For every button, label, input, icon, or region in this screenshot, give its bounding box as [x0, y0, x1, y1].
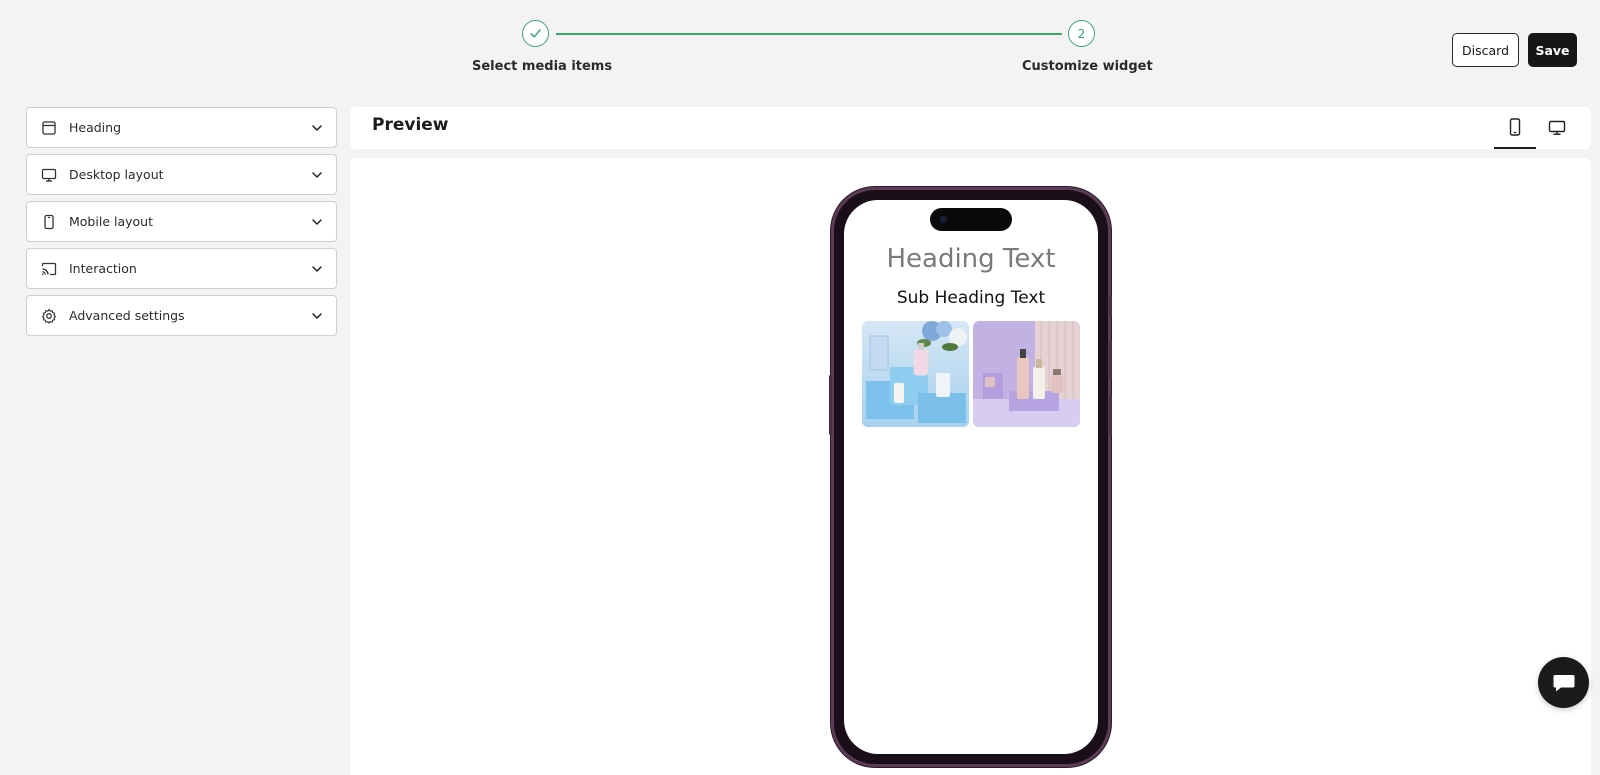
mobile-icon	[1509, 118, 1521, 136]
accordion-interaction[interactable]: Interaction	[26, 248, 337, 289]
heading-icon	[40, 119, 58, 137]
media-item[interactable]	[862, 321, 969, 427]
mobile-view-tab[interactable]	[1494, 107, 1536, 149]
stepper: 2 Select media items Customize widget	[0, 0, 1600, 90]
phone-screen: Heading Text Sub Heading Text	[844, 200, 1098, 754]
check-icon	[530, 29, 541, 38]
desktop-icon	[40, 166, 58, 184]
camera-icon	[940, 216, 947, 223]
gear-icon	[40, 307, 58, 325]
settings-sidebar: Heading Desktop layout Mobile layout Int…	[26, 107, 337, 342]
phone-side-button	[1109, 340, 1112, 380]
accordion-label: Interaction	[69, 261, 137, 276]
phone-side-button	[1109, 395, 1112, 435]
chevron-down-icon	[310, 309, 324, 323]
accordion-mobile-layout[interactable]: Mobile layout	[26, 201, 337, 242]
phone-side-button	[829, 375, 832, 435]
accordion-label: Mobile layout	[69, 214, 153, 229]
phone-side-button	[1109, 295, 1112, 317]
dynamic-island	[930, 208, 1012, 231]
step-2-indicator: 2	[1068, 20, 1095, 47]
desktop-icon	[1548, 120, 1566, 136]
accordion-desktop-layout[interactable]: Desktop layout	[26, 154, 337, 195]
widget-heading: Heading Text	[886, 244, 1056, 274]
step-complete-indicator	[522, 20, 549, 47]
preview-header: Preview	[350, 107, 1591, 149]
purple-product-image	[973, 321, 1080, 427]
accordion-advanced-settings[interactable]: Advanced settings	[26, 295, 337, 336]
chevron-down-icon	[310, 168, 324, 182]
accordion-label: Heading	[69, 120, 122, 135]
chat-launcher-button[interactable]	[1538, 657, 1589, 708]
accordion-label: Advanced settings	[69, 308, 185, 323]
accordion-heading[interactable]: Heading	[26, 107, 337, 148]
accordion-label: Desktop layout	[69, 167, 164, 182]
chevron-down-icon	[310, 262, 324, 276]
step-2-label: Customize widget	[1022, 59, 1153, 74]
phone-mockup: Heading Text Sub Heading Text	[829, 187, 1112, 767]
preview-canvas: Heading Text Sub Heading Text	[350, 158, 1591, 775]
blue-product-image	[862, 321, 969, 427]
media-grid	[862, 321, 1080, 427]
preview-title: Preview	[372, 115, 449, 135]
step-progress-line	[556, 33, 1062, 35]
save-button[interactable]: Save	[1528, 33, 1577, 67]
cast-icon	[40, 260, 58, 278]
mobile-icon	[40, 213, 58, 231]
chevron-down-icon	[310, 215, 324, 229]
desktop-view-tab[interactable]	[1536, 107, 1578, 149]
widget-subheading: Sub Heading Text	[896, 288, 1046, 308]
media-item[interactable]	[973, 321, 1080, 427]
discard-button[interactable]: Discard	[1452, 33, 1519, 67]
chevron-down-icon	[310, 121, 324, 135]
chat-icon	[1553, 674, 1574, 691]
step-1-label: Select media items	[472, 59, 613, 74]
